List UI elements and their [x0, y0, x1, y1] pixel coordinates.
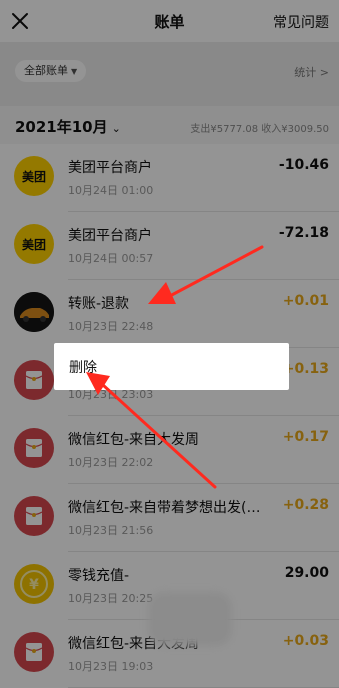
context-menu: 删除 [54, 343, 289, 390]
delete-menu-item[interactable]: 删除 [69, 357, 97, 377]
